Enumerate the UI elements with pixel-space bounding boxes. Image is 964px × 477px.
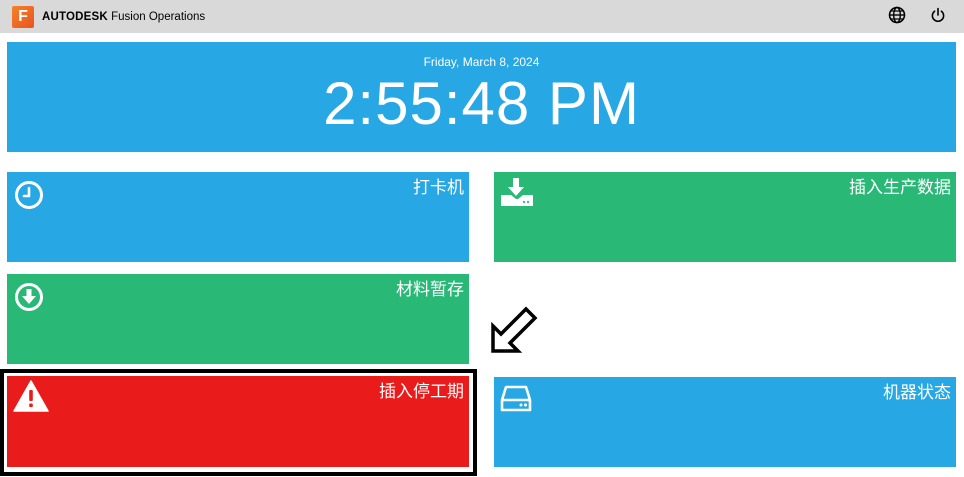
logout-button[interactable] [927,6,949,28]
brand-title: AUTODESK Fusion Operations [42,9,205,25]
top-bar: F AUTODESK Fusion Operations [0,0,964,33]
tile-time-clock[interactable]: 打卡机 [7,172,469,262]
current-time: 2:55:48 PM [323,70,640,137]
current-date: Friday, March 8, 2024 [423,55,540,69]
tile-material-staging-label: 材料暂存 [396,280,464,300]
arrow-down-left-icon [488,306,538,361]
warning-icon [13,380,49,417]
tile-time-clock-label: 打卡机 [413,178,464,198]
power-icon [930,7,946,28]
tile-insert-production-data[interactable]: 插入生产数据 [494,172,956,262]
clock-banner: Friday, March 8, 2024 2:55:48 PM [7,42,956,152]
fusion-logo: F [12,6,34,28]
brand-name: AUTODESK [42,11,108,23]
download-tray-icon [500,177,534,212]
tile-material-staging[interactable]: 材料暂存 [7,274,469,364]
tile-insert-downtime[interactable]: 插入停工期 [7,376,469,467]
tile-insert-production-data-label: 插入生产数据 [849,178,951,198]
globe-icon [888,6,906,29]
tile-machine-status-label: 机器状态 [883,383,951,403]
tile-insert-downtime-label: 插入停工期 [379,382,464,402]
tile-machine-status[interactable]: 机器状态 [494,377,956,467]
hard-drive-icon [500,385,532,418]
clock-icon [14,180,44,215]
language-button[interactable] [886,6,908,28]
download-circle-icon [14,282,44,317]
brand-product: Fusion Operations [111,11,206,23]
